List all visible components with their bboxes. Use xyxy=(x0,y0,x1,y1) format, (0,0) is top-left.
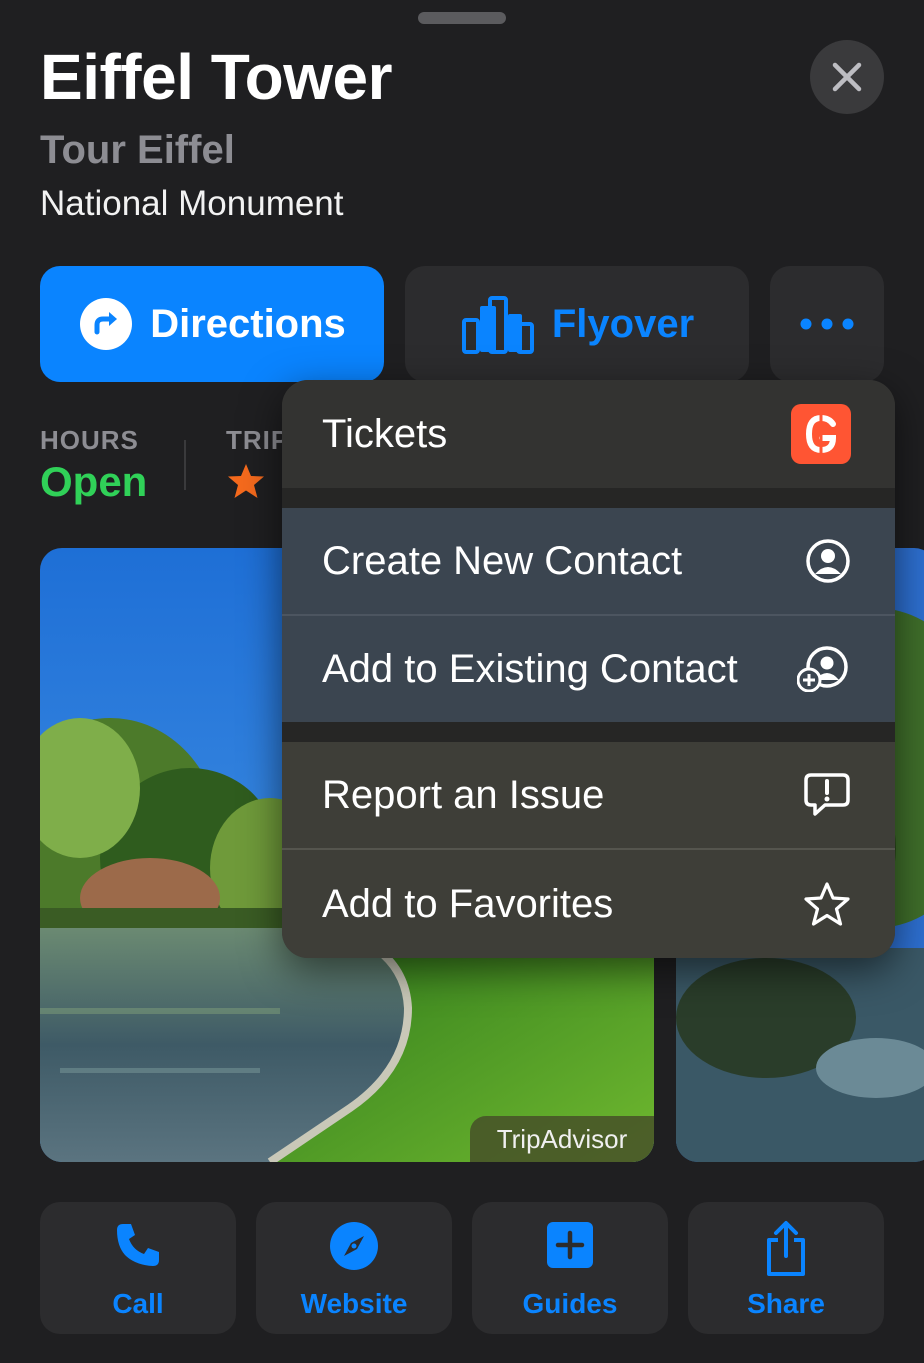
place-card: Eiffel Tower Tour Eiffel National Monume… xyxy=(0,0,924,1363)
getyourguide-icon xyxy=(791,404,851,464)
close-icon xyxy=(832,62,862,92)
person-circle-icon xyxy=(805,538,851,584)
menu-item-label: Report an Issue xyxy=(322,772,605,817)
share-icon xyxy=(767,1221,805,1276)
menu-item-label: Add to Favorites xyxy=(322,881,614,926)
menu-section-separator xyxy=(282,722,895,742)
plus-square-icon xyxy=(547,1222,593,1268)
exclamation-bubble-icon xyxy=(803,772,851,818)
menu-item-create-contact[interactable]: Create New Contact xyxy=(282,508,895,614)
share-button[interactable]: Share xyxy=(688,1202,884,1334)
hours-status[interactable]: Open xyxy=(40,458,147,506)
guides-label: Guides xyxy=(522,1288,618,1319)
menu-item-label: Add to Existing Contact xyxy=(322,646,738,691)
more-menu: Tickets Create New Contact Add to Existi… xyxy=(282,380,895,958)
star-icon xyxy=(803,881,851,927)
menu-item-label: Tickets xyxy=(322,411,448,456)
menu-item-add-favorites[interactable]: Add to Favorites xyxy=(282,850,895,958)
call-button[interactable]: Call xyxy=(40,1202,236,1334)
hours-label: HOURS xyxy=(40,425,139,455)
buildings-icon xyxy=(461,296,534,354)
website-button[interactable]: Website xyxy=(256,1202,452,1334)
phone-icon xyxy=(117,1224,159,1266)
directions-button[interactable]: Directions xyxy=(40,266,384,382)
directions-label: Directions xyxy=(150,301,346,346)
ellipsis-icon xyxy=(800,318,854,330)
photo-attribution: TripAdvisor xyxy=(470,1116,654,1162)
place-subtitle: Tour Eiffel xyxy=(40,128,235,172)
rating-star-icon xyxy=(228,464,264,498)
place-category: National Monument xyxy=(40,184,344,223)
more-button[interactable] xyxy=(770,266,884,382)
compass-icon xyxy=(330,1222,378,1270)
menu-item-report-issue[interactable]: Report an Issue xyxy=(282,742,895,848)
info-divider xyxy=(184,440,186,490)
flyover-label: Flyover xyxy=(551,301,695,346)
website-label: Website xyxy=(300,1288,408,1319)
menu-item-add-existing-contact[interactable]: Add to Existing Contact xyxy=(282,616,895,722)
tripadvisor-label: TRIP xyxy=(226,425,290,455)
directions-icon xyxy=(80,298,133,350)
flyover-button[interactable]: Flyover xyxy=(405,266,749,382)
close-button[interactable] xyxy=(810,40,884,114)
person-add-icon xyxy=(797,646,851,692)
call-label: Call xyxy=(112,1288,164,1319)
menu-item-tickets[interactable]: Tickets xyxy=(282,380,895,488)
guides-button[interactable]: Guides xyxy=(472,1202,668,1334)
share-label: Share xyxy=(747,1288,825,1319)
place-title: Eiffel Tower xyxy=(40,41,392,113)
menu-section-separator xyxy=(282,488,895,508)
menu-item-label: Create New Contact xyxy=(322,538,683,583)
sheet-grabber[interactable] xyxy=(418,12,506,24)
